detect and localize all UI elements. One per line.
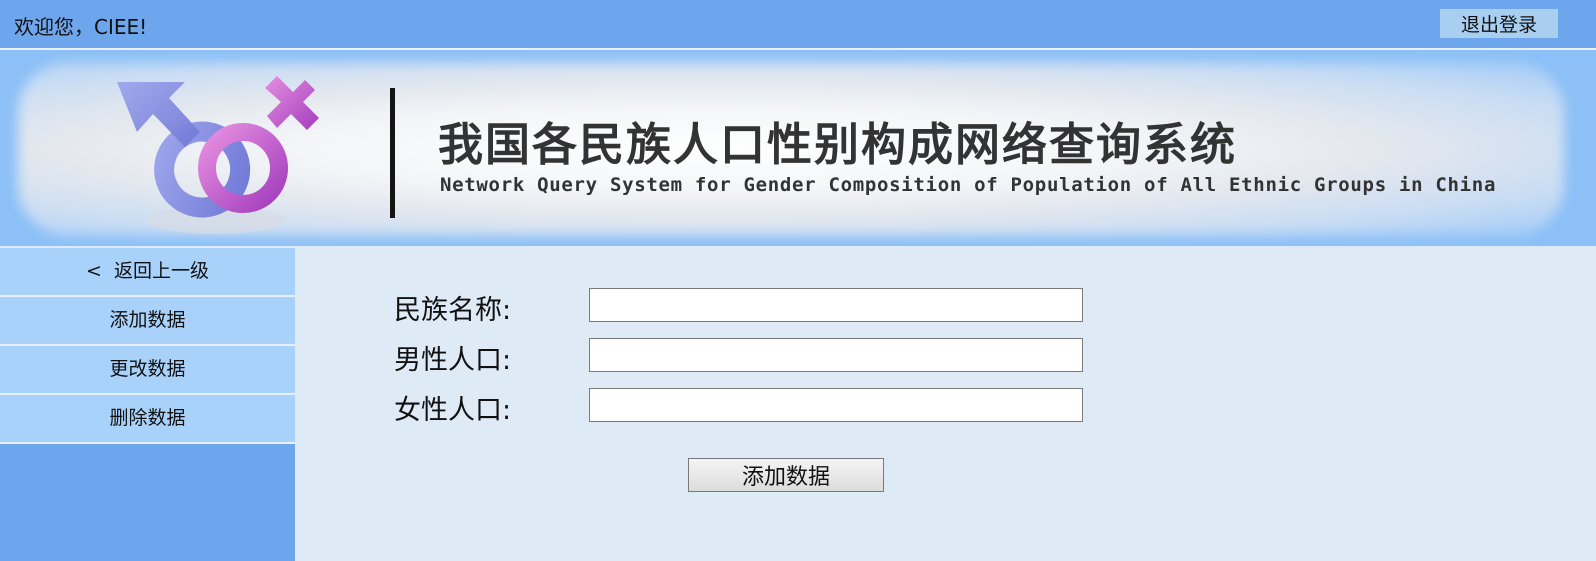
ethnic-name-label: 民族名称: [394, 295, 512, 326]
sidebar-item-add-data[interactable]: 添加数据 [0, 297, 295, 346]
sidebar-item-edit-data[interactable]: 更改数据 [0, 346, 295, 395]
banner: 我国各民族人口性别构成网络查询系统 Network Query System f… [0, 50, 1596, 246]
system-subtitle: Network Query System for Gender Composit… [440, 174, 1497, 196]
logout-button[interactable]: 退出登录 [1440, 9, 1558, 38]
sidebar-item-label: 更改数据 [109, 358, 186, 380]
sidebar-item-delete-data[interactable]: 删除数据 [0, 395, 295, 444]
top-bar: 欢迎您，CIEE! 退出登录 [0, 0, 1596, 50]
gender-symbols-icon [117, 76, 319, 234]
male-population-input[interactable] [589, 338, 1083, 372]
sidebar-item-back[interactable]: < 返回上一级 [0, 248, 295, 297]
female-population-label: 女性人口: [394, 395, 512, 426]
sidebar-item-label: 删除数据 [109, 407, 186, 429]
banner-divider [390, 88, 395, 218]
system-title: 我国各民族人口性别构成网络查询系统 [438, 118, 1238, 171]
welcome-text: 欢迎您，CIEE! [14, 15, 148, 39]
sidebar-item-label: 添加数据 [109, 309, 186, 331]
female-population-input[interactable] [589, 388, 1083, 422]
male-population-label: 男性人口: [394, 345, 512, 376]
back-arrow-icon: < [85, 260, 102, 282]
sidebar: < 返回上一级 添加数据 更改数据 删除数据 [0, 248, 295, 561]
ethnic-name-input[interactable] [589, 288, 1083, 322]
add-data-button[interactable]: 添加数据 [688, 458, 884, 492]
sidebar-item-label: 返回上一级 [114, 260, 210, 282]
